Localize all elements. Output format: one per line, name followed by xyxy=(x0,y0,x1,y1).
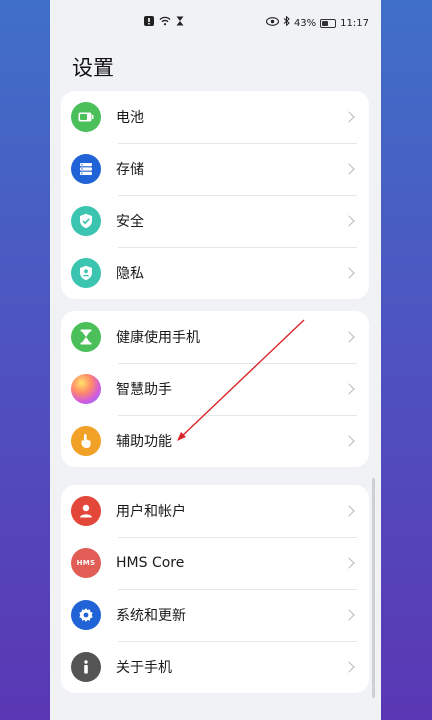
info-icon xyxy=(71,652,101,682)
settings-group-1: 电池 存储 安全 隐私 xyxy=(61,91,369,299)
settings-group-3: 用户和帐户 HMS HMS Core 系统和更新 关于手机 xyxy=(61,485,369,693)
gear-icon xyxy=(71,600,101,630)
settings-item-accessibility[interactable]: 辅助功能 xyxy=(61,415,369,467)
status-left xyxy=(144,16,184,30)
shield-check-icon xyxy=(71,206,101,236)
status-right: 43% 11:17 xyxy=(265,15,369,30)
storage-icon xyxy=(71,154,101,184)
battery-icon xyxy=(320,18,337,28)
settings-item-label: 智慧助手 xyxy=(116,382,172,398)
privacy-shield-icon xyxy=(71,258,101,288)
assistant-orb-icon xyxy=(71,374,101,404)
settings-item-label: 电池 xyxy=(116,110,144,126)
settings-item-label: 系统和更新 xyxy=(116,608,186,624)
page-title: 设置 xyxy=(72,56,114,80)
battery-percent: 43% xyxy=(293,17,317,29)
chevron-right-icon xyxy=(343,557,355,569)
hms-icon: HMS xyxy=(71,548,101,578)
chevron-right-icon xyxy=(343,661,355,673)
battery-icon xyxy=(71,102,101,132)
scrollbar[interactable] xyxy=(372,478,375,698)
settings-item-label: 健康使用手机 xyxy=(116,330,200,346)
chevron-right-icon xyxy=(343,331,355,343)
settings-item-label: 辅助功能 xyxy=(116,434,172,450)
hourglass-icon xyxy=(71,322,101,352)
settings-item-label: 用户和帐户 xyxy=(116,504,186,520)
settings-item-storage[interactable]: 存储 xyxy=(61,143,369,195)
chevron-right-icon xyxy=(343,163,355,175)
settings-item-digital-balance[interactable]: 健康使用手机 xyxy=(61,311,369,363)
user-icon xyxy=(71,496,101,526)
eye-icon xyxy=(265,16,279,30)
hourglass-icon xyxy=(176,16,184,30)
settings-item-system-update[interactable]: 系统和更新 xyxy=(61,589,369,641)
chevron-right-icon xyxy=(343,505,355,517)
chevron-right-icon xyxy=(343,435,355,447)
chevron-right-icon xyxy=(343,609,355,621)
settings-item-smart-assistant[interactable]: 智慧助手 xyxy=(61,363,369,415)
bluetooth-icon xyxy=(283,15,290,30)
chevron-right-icon xyxy=(343,383,355,395)
settings-item-label: HMS Core xyxy=(116,555,185,571)
settings-item-battery[interactable]: 电池 xyxy=(61,91,369,143)
hand-touch-icon xyxy=(71,426,101,456)
settings-item-label: 隐私 xyxy=(116,266,144,282)
wifi-icon xyxy=(159,16,171,30)
settings-item-label: 关于手机 xyxy=(116,660,172,676)
settings-item-about-phone[interactable]: 关于手机 xyxy=(61,641,369,693)
chevron-right-icon xyxy=(343,111,355,123)
clock: 11:17 xyxy=(340,17,369,29)
settings-item-security[interactable]: 安全 xyxy=(61,195,369,247)
chevron-right-icon xyxy=(343,215,355,227)
chevron-right-icon xyxy=(343,267,355,279)
settings-item-privacy[interactable]: 隐私 xyxy=(61,247,369,299)
settings-item-label: 安全 xyxy=(116,214,144,230)
settings-screen: 43% 11:17 设置 电池 存储 安全 隐私 健康使用手机 智慧助手 辅助功… xyxy=(50,0,381,720)
settings-group-2: 健康使用手机 智慧助手 辅助功能 xyxy=(61,311,369,467)
settings-item-users-accounts[interactable]: 用户和帐户 xyxy=(61,485,369,537)
alert-icon xyxy=(144,16,154,30)
status-bar: 43% 11:17 xyxy=(50,14,381,34)
settings-item-label: 存储 xyxy=(116,162,144,178)
settings-item-hms-core[interactable]: HMS HMS Core xyxy=(61,537,369,589)
